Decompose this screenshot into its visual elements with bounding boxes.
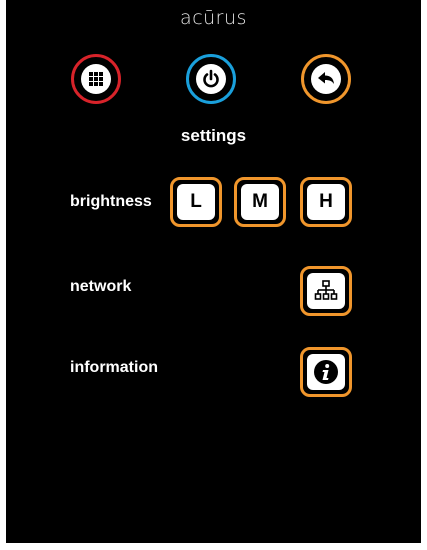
brightness-label: brightness <box>70 193 152 210</box>
back-arrow-icon <box>311 64 341 94</box>
information-label: information <box>70 359 158 376</box>
device-screen: acūrus settings brightness L M H network… <box>6 0 421 543</box>
back-button[interactable] <box>301 54 351 104</box>
brightness-low-button[interactable]: L <box>170 177 222 227</box>
power-icon <box>196 64 226 94</box>
information-button[interactable] <box>300 347 352 397</box>
brightness-high-button[interactable]: H <box>300 177 352 227</box>
power-button[interactable] <box>186 54 236 104</box>
brightness-high-label: H <box>307 184 345 220</box>
brightness-medium-button[interactable]: M <box>234 177 286 227</box>
brand-logo: acūrus <box>180 7 247 29</box>
network-label: network <box>70 278 132 295</box>
network-button[interactable] <box>300 266 352 316</box>
brightness-low-label: L <box>177 184 215 220</box>
network-icon <box>307 273 345 309</box>
apps-button[interactable] <box>71 54 121 104</box>
page-title: settings <box>180 126 247 145</box>
grid-icon <box>81 64 111 94</box>
info-icon <box>307 354 345 390</box>
brightness-medium-label: M <box>241 184 279 220</box>
